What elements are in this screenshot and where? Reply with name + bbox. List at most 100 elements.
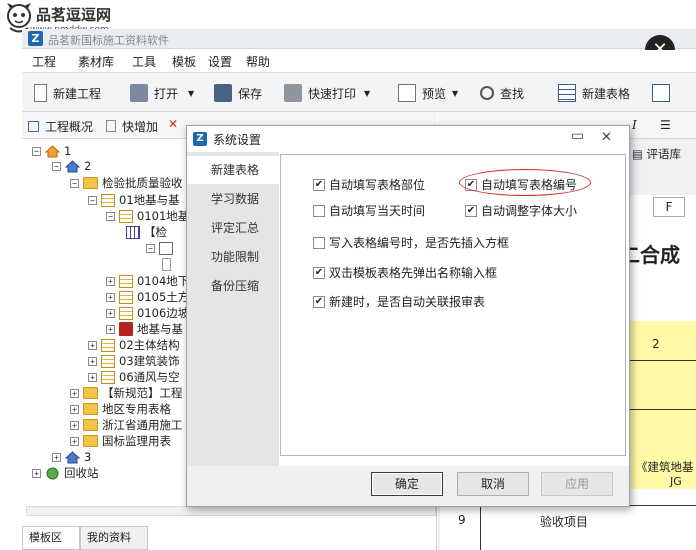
apply-button[interactable]: 应用 [541, 472, 613, 496]
table-divider [624, 409, 696, 410]
menu-material[interactable]: 素材库 [78, 53, 114, 70]
tree-node[interactable]: + 03建筑装饰 [88, 353, 180, 369]
checkbox-unchecked[interactable] [313, 236, 325, 249]
tree-node[interactable]: + 地基与基 [106, 321, 183, 337]
expand-icon[interactable]: + [70, 436, 79, 446]
comment-library-button[interactable]: ▤ 评语库 [632, 146, 681, 162]
tree-node[interactable]: + 06通风与空 [88, 369, 180, 385]
tab-template-area[interactable]: 模板区 [22, 526, 80, 550]
preview-button[interactable]: 预览 ▼ [398, 82, 458, 104]
cancel-button[interactable]: 取消 [457, 472, 529, 496]
tree-node[interactable]: + 0106边坡 [106, 305, 189, 321]
tree-node[interactable]: − 2 [52, 158, 91, 174]
project-overview-button[interactable]: 工程概况 [28, 115, 93, 137]
expand-icon[interactable]: + [32, 468, 41, 478]
align-icon[interactable]: ☰ [660, 118, 671, 132]
menu-settings[interactable]: 设置 [208, 53, 232, 70]
option-insert-box[interactable]: 写入表格编号时，是否先插入方框 [313, 234, 509, 251]
expand-icon[interactable]: + [88, 372, 97, 382]
menu-template[interactable]: 模板 [172, 53, 196, 70]
menu-tools[interactable]: 工具 [132, 53, 156, 70]
tree-node[interactable]: − 01地基与基 [88, 192, 180, 208]
expand-icon[interactable]: + [106, 308, 115, 318]
tree-node[interactable]: + 浙江省通用施工 [70, 417, 183, 433]
expand-icon[interactable]: + [106, 292, 115, 302]
tab-learning-data[interactable]: 学习数据 [187, 185, 279, 213]
tree-node[interactable]: + 地区专用表格 [70, 401, 171, 417]
tab-function-limits[interactable]: 功能限制 [187, 243, 279, 271]
tree-node[interactable]: + 02主体结构 [88, 337, 180, 353]
menu-help[interactable]: 帮助 [246, 53, 270, 70]
dialog-title: 系统设置 [213, 133, 262, 147]
tree-node[interactable]: + 0105土方 [106, 289, 189, 305]
open-button[interactable]: 打开 ▼ [130, 82, 194, 104]
checkbox-checked[interactable]: ✔ [313, 178, 325, 191]
tree-node[interactable]: 【检 [126, 224, 167, 240]
minimize-icon[interactable]: ▭ [571, 128, 584, 144]
tree-node[interactable]: + 回收站 [32, 465, 99, 481]
expand-icon[interactable]: + [88, 340, 97, 350]
close-icon[interactable]: ✕ [601, 130, 612, 145]
save-button[interactable]: 保存 [214, 82, 262, 104]
document-icon [162, 257, 171, 271]
checkbox-unchecked[interactable] [313, 204, 325, 217]
option-link-report[interactable]: ✔ 新建时，是否自动关联报审表 [313, 293, 485, 310]
tree-node[interactable]: + 国标监理用表 [70, 433, 171, 449]
find-button[interactable]: 查找 [480, 82, 524, 104]
app-logo-icon: Z [193, 132, 207, 146]
tree-node[interactable]: − [146, 240, 177, 256]
expand-icon[interactable]: + [70, 388, 79, 398]
collapse-icon[interactable]: − [146, 243, 155, 253]
new-table-button[interactable]: 新建表格 [558, 82, 630, 104]
collapse-icon[interactable]: − [52, 161, 61, 171]
checkbox-checked[interactable]: ✔ [465, 204, 477, 217]
collapse-icon[interactable]: − [88, 195, 97, 205]
checkbox-checked[interactable]: ✔ [313, 295, 325, 308]
main-toolbar: 新建工程 打开 ▼ 保存 快速打印 ▼ 预览 ▼ 查找 新建表格 [22, 72, 696, 112]
expand-icon[interactable]: + [70, 420, 79, 430]
home-icon [64, 159, 81, 173]
menu-project[interactable]: 工程 [32, 53, 56, 70]
tree-node[interactable]: + 0104地下 [106, 273, 189, 289]
italic-icon[interactable]: I [632, 118, 637, 132]
dialog-titlebar[interactable]: Z 系统设置 ▭ ✕ [187, 126, 629, 152]
tab-backup-compress[interactable]: 备份压缩 [187, 272, 279, 300]
delete-icon[interactable]: ✕ [168, 117, 178, 131]
expand-icon[interactable]: + [106, 324, 115, 334]
tree-node[interactable]: − 0101地基 [106, 208, 189, 224]
tree-node[interactable]: − 检验批质量验收 [70, 175, 183, 191]
tree-node[interactable] [162, 256, 175, 272]
quick-print-button[interactable]: 快速打印 ▼ [284, 82, 370, 104]
folder-icon [83, 177, 98, 189]
tab-my-files[interactable]: 我的资料 [80, 526, 148, 550]
expand-icon[interactable]: + [88, 356, 97, 366]
ok-button[interactable]: 确定 [371, 472, 443, 496]
tab-new-table[interactable]: 新建表格 [187, 156, 279, 184]
option-auto-fill-location[interactable]: ✔ 自动填写表格部位 [313, 176, 425, 193]
new-project-button[interactable]: 新建工程 [34, 82, 101, 104]
expand-icon[interactable]: + [52, 452, 61, 462]
tree-node[interactable]: + 【新规范】工程 [70, 385, 183, 401]
recycle-bin-icon [45, 467, 60, 480]
collapse-icon[interactable]: − [32, 146, 41, 156]
collapse-icon[interactable]: − [106, 211, 115, 221]
tree-node[interactable]: + 3 [52, 449, 91, 465]
expand-icon[interactable]: + [106, 276, 115, 286]
table-cell[interactable] [624, 321, 696, 361]
collapse-icon[interactable]: − [70, 178, 79, 188]
table-group-icon [119, 306, 133, 320]
table-group-icon [101, 193, 115, 207]
quick-add-button[interactable]: 快增加 [106, 115, 158, 137]
expand-icon[interactable]: + [70, 404, 79, 414]
horizontal-scrollbar[interactable] [26, 506, 436, 516]
tree-node[interactable]: − 1 [32, 143, 71, 159]
tab-evaluation-summary[interactable]: 评定汇总 [187, 214, 279, 242]
add-icon-button[interactable] [652, 82, 676, 104]
chevron-down-icon: ▼ [188, 88, 195, 98]
option-auto-font-size[interactable]: ✔ 自动调整字体大小 [465, 202, 577, 219]
preview-icon [398, 84, 416, 102]
option-name-prompt[interactable]: ✔ 双击模板表格先弹出名称输入框 [313, 264, 497, 281]
option-auto-fill-date[interactable]: 自动填写当天时间 [313, 202, 425, 219]
table-group-icon [119, 274, 133, 288]
checkbox-checked[interactable]: ✔ [313, 266, 325, 279]
